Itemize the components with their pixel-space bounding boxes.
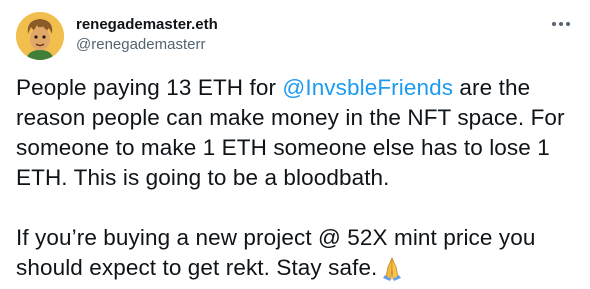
author-info: renegademaster.eth @renegademasterr bbox=[76, 15, 218, 55]
mention-link[interactable]: @InvsbleFriends bbox=[282, 75, 453, 100]
tweet-paragraph-2: If you’re buying a new project @ 52X min… bbox=[16, 223, 576, 289]
author-display-name[interactable]: renegademaster.eth bbox=[76, 15, 218, 35]
author-handle[interactable]: @renegademasterr bbox=[76, 35, 218, 55]
tweet-paragraph-1: People paying 13 ETH for @InvsbleFriends… bbox=[16, 73, 576, 193]
more-options-button[interactable] bbox=[544, 12, 578, 36]
tweet-text: People paying 13 ETH for @InvsbleFriends… bbox=[16, 73, 576, 289]
tweet-text-segment: If you’re buying a new project @ 52X min… bbox=[16, 225, 536, 280]
tweet-card: renegademaster.eth @renegademasterr Peop… bbox=[0, 0, 590, 281]
more-horizontal-icon bbox=[552, 22, 570, 26]
tweet-text-segment: People paying 13 ETH for bbox=[16, 75, 283, 100]
avatar[interactable] bbox=[16, 12, 64, 60]
folded-hands-icon bbox=[379, 255, 405, 289]
avatar-image bbox=[16, 12, 64, 60]
